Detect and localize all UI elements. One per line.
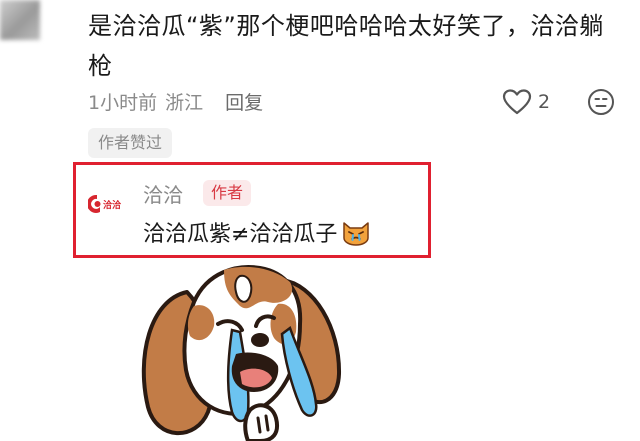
reply-button[interactable]: 回复	[225, 88, 263, 115]
brand-logo-text: 洽洽	[103, 199, 122, 211]
brand-avatar[interactable]: 洽洽	[88, 184, 128, 224]
brand-logo-icon: 洽洽	[88, 194, 122, 213]
comment-meta: 1小时前 浙江 回复	[88, 86, 263, 116]
author-badge: 作者	[203, 180, 252, 206]
comment-text: 是洽洽瓜“紫”那个梗吧哈哈哈太好笑了，洽洽躺枪	[88, 12, 604, 80]
crying-dog-sticker	[141, 265, 342, 441]
comment-time: 1小时前	[88, 91, 158, 114]
reply-text: 洽洽瓜紫≠洽洽瓜子	[143, 222, 338, 247]
crying-cat-emoji-icon	[343, 222, 370, 246]
heart-icon	[502, 89, 532, 115]
emoji-face-icon	[588, 89, 614, 115]
author-liked-badge: 作者赞过	[88, 128, 173, 158]
like-button[interactable]: 2	[502, 88, 550, 116]
like-count: 2	[538, 91, 551, 113]
reply-author-name[interactable]: 洽洽	[143, 179, 183, 208]
commenter-avatar[interactable]	[0, 0, 40, 40]
comment-location: 浙江	[165, 91, 204, 114]
reply-content: 洽洽瓜紫≠洽洽瓜子	[143, 216, 371, 248]
reaction-button[interactable]	[587, 88, 615, 120]
